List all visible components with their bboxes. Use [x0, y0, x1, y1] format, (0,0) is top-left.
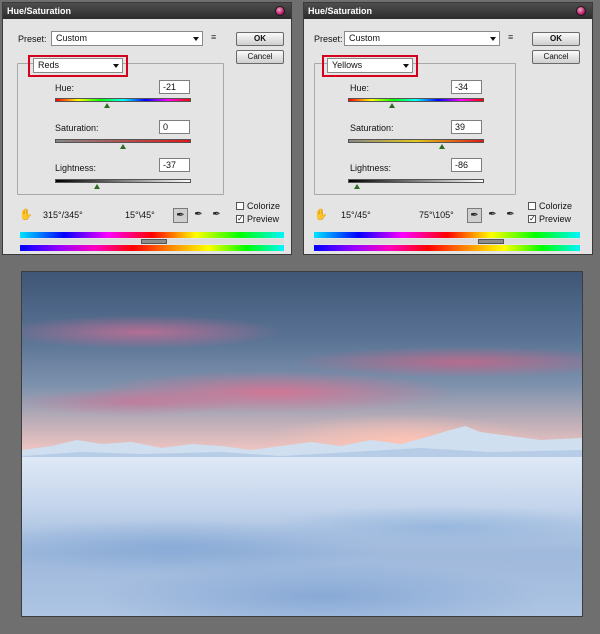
preset-select-value: Custom — [349, 33, 381, 43]
range-right-value: 75°\105° — [419, 210, 454, 220]
lightness-label: Lightness: — [55, 163, 97, 173]
channel-select[interactable]: Reds — [33, 58, 123, 73]
preset-select[interactable]: Custom — [344, 31, 500, 46]
eyedropper-plus-icon[interactable]: ✒ — [191, 208, 206, 223]
channel-select-value: Yellows — [332, 60, 363, 70]
color-range-slider[interactable] — [478, 239, 504, 244]
cancel-button[interactable]: Cancel — [236, 50, 284, 64]
color-spectrum-top — [20, 232, 284, 238]
color-spectrum-bottom — [314, 245, 580, 251]
channel-select[interactable]: Yellows — [327, 58, 413, 73]
hue-slider-knob[interactable] — [104, 103, 110, 108]
ok-button[interactable]: OK — [236, 32, 284, 46]
eyedropper-minus-icon[interactable]: ✒ — [209, 208, 224, 223]
hand-scrubby-icon[interactable]: ✋ — [314, 208, 328, 221]
hue-saturation-dialog-reds: Hue/Saturation Preset: Custom ≡ OK Cance… — [2, 2, 292, 255]
snow-dunes — [22, 457, 582, 616]
preview-label: Preview — [247, 214, 280, 224]
range-left-value: 15°/45° — [341, 210, 371, 220]
adjustment-group — [17, 63, 224, 195]
channel-select-value: Reds — [38, 60, 60, 70]
hue-label: Hue: — [55, 83, 75, 93]
saturation-input[interactable]: 0 — [159, 120, 190, 134]
saturation-slider-knob[interactable] — [120, 144, 126, 149]
color-range-track — [314, 239, 580, 244]
lightness-input[interactable]: -37 — [159, 158, 190, 172]
lightness-input[interactable]: -86 — [451, 158, 482, 172]
chevron-down-icon — [403, 64, 409, 68]
list-menu-icon[interactable]: ≡ — [211, 32, 216, 42]
lightness-slider-knob[interactable] — [94, 184, 100, 189]
list-menu-icon[interactable]: ≡ — [508, 32, 513, 42]
colorize-label: Colorize — [247, 201, 281, 211]
preview-checkbox[interactable]: ✓ — [528, 215, 536, 223]
hue-input[interactable]: -34 — [451, 80, 482, 94]
hue-slider-track[interactable] — [55, 98, 191, 102]
chevron-down-icon — [193, 37, 199, 41]
preset-select[interactable]: Custom — [51, 31, 203, 46]
range-left-value: 315°/345° — [43, 210, 83, 220]
adjustment-group — [314, 63, 516, 195]
hue-slider-knob[interactable] — [389, 103, 395, 108]
hue-label: Hue: — [350, 83, 370, 93]
colorize-checkbox[interactable] — [236, 202, 244, 210]
hue-input[interactable]: -21 — [159, 80, 190, 94]
eyedropper-icon[interactable]: ✒ — [467, 208, 482, 223]
hue-slider-track[interactable] — [348, 98, 484, 102]
lightness-slider-track[interactable] — [55, 179, 191, 183]
lightness-label: Lightness: — [350, 163, 392, 173]
saturation-slider-track[interactable] — [55, 139, 191, 143]
saturation-slider-knob[interactable] — [439, 144, 445, 149]
dialog-titlebar: Hue/Saturation — [3, 3, 291, 19]
lightness-slider-knob[interactable] — [354, 184, 360, 189]
saturation-input[interactable]: 39 — [451, 120, 482, 134]
preset-label: Preset: — [314, 34, 343, 44]
preview-label: Preview — [539, 214, 572, 224]
chevron-down-icon — [490, 37, 496, 41]
dialog-title: Hue/Saturation — [308, 6, 373, 16]
dialog-titlebar: Hue/Saturation — [304, 3, 592, 19]
color-spectrum-top — [314, 232, 580, 238]
eyedropper-icon[interactable]: ✒ — [173, 208, 188, 223]
snow-desert-sunset-photo — [21, 271, 583, 617]
hand-scrubby-icon[interactable]: ✋ — [19, 208, 33, 221]
preset-label: Preset: — [18, 34, 47, 44]
color-spectrum-bottom — [20, 245, 284, 251]
eyedropper-plus-icon[interactable]: ✒ — [485, 208, 500, 223]
chevron-down-icon — [113, 64, 119, 68]
colorize-checkbox[interactable] — [528, 202, 536, 210]
close-icon[interactable] — [275, 6, 285, 16]
cancel-button[interactable]: Cancel — [532, 50, 580, 64]
saturation-slider-track[interactable] — [348, 139, 484, 143]
close-icon[interactable] — [576, 6, 586, 16]
dialog-title: Hue/Saturation — [7, 6, 72, 16]
color-range-slider[interactable] — [141, 239, 167, 244]
saturation-label: Saturation: — [55, 123, 99, 133]
preview-checkbox[interactable]: ✓ — [236, 215, 244, 223]
preset-select-value: Custom — [56, 33, 88, 43]
ok-button[interactable]: OK — [532, 32, 580, 46]
range-right-value: 15°\45° — [125, 210, 155, 220]
colorize-label: Colorize — [539, 201, 573, 211]
hue-saturation-dialog-yellows: Hue/Saturation Preset: Custom ≡ OK Cance… — [303, 2, 593, 255]
eyedropper-minus-icon[interactable]: ✒ — [503, 208, 518, 223]
saturation-label: Saturation: — [350, 123, 394, 133]
lightness-slider-track[interactable] — [348, 179, 484, 183]
